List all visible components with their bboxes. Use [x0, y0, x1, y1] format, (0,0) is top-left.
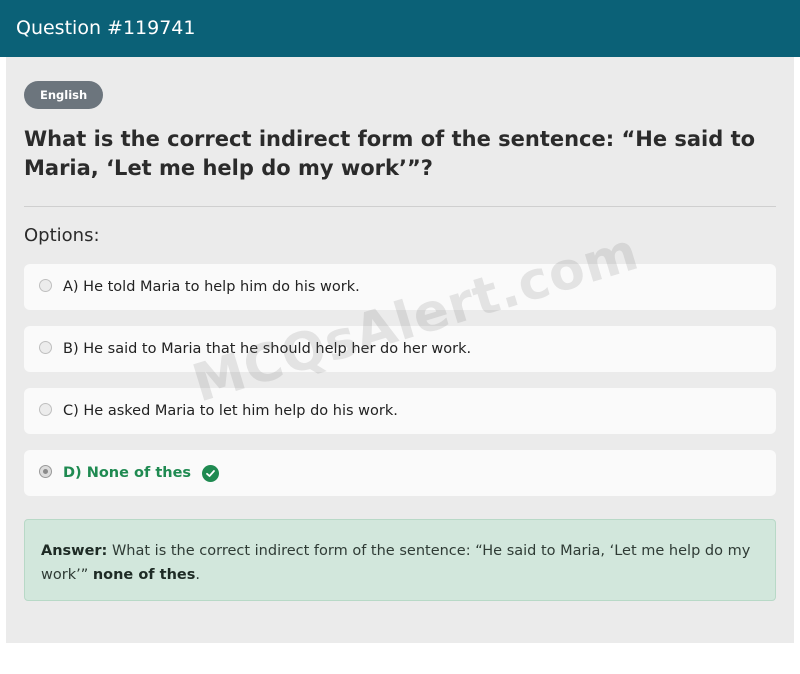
answer-box: Answer: What is the correct indirect for… — [24, 519, 776, 601]
answer-suffix: . — [195, 567, 200, 583]
radio-button[interactable] — [39, 341, 52, 354]
question-number-title: Question #119741 — [16, 17, 196, 39]
radio-button-selected[interactable] — [39, 465, 52, 478]
option-d[interactable]: D) None of thes — [24, 450, 776, 496]
page-header: Question #119741 — [0, 0, 800, 57]
check-circle-icon — [202, 464, 220, 482]
question-card: English What is the correct indirect for… — [6, 57, 794, 643]
subject-tag[interactable]: English — [24, 81, 104, 109]
radio-button[interactable] — [39, 279, 52, 292]
answer-prefix: Answer: — [41, 543, 108, 559]
option-c[interactable]: C) He asked Maria to let him help do his… — [24, 388, 776, 434]
options-label: Options: — [24, 225, 100, 246]
option-label: D) None of thes — [63, 465, 192, 481]
watermark: MCQsAlert.com — [186, 221, 646, 415]
divider — [24, 206, 776, 207]
radio-button[interactable] — [39, 403, 52, 416]
option-label: A) He told Maria to help him do his work… — [63, 279, 360, 295]
answer-highlight: none of thes — [92, 567, 196, 583]
question-text: What is the correct indirect form of the… — [24, 127, 756, 180]
